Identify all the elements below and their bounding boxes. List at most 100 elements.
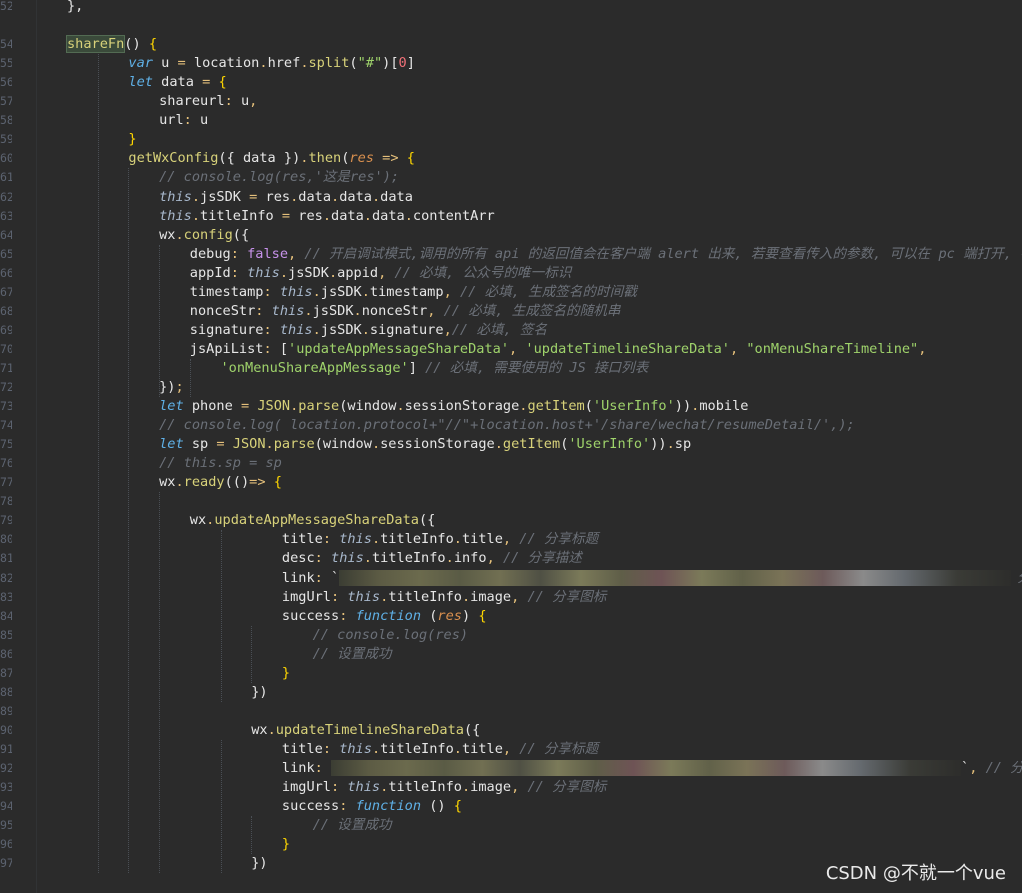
code-token: .	[666, 436, 675, 453]
code-token: .	[328, 264, 338, 281]
code-token: .	[361, 321, 370, 338]
code-token: JSON	[232, 436, 266, 453]
code-line[interactable]: this.jsSDK = res.data.data.data	[159, 188, 413, 207]
code-line[interactable]: })	[251, 854, 267, 873]
code-line[interactable]: jsApiList: ['updateAppMessageShareData',…	[190, 340, 927, 359]
code-line[interactable]: debug: false, // 开启调试模式,调用的所有 api 的返回值会在…	[190, 245, 1022, 264]
line-number: 57	[0, 94, 12, 109]
code-line[interactable]: link: ` 分	[282, 569, 1022, 588]
code-token: this	[159, 188, 192, 205]
code-token: 'updateTimelineShareData'	[525, 340, 730, 357]
code-line[interactable]: success: function (res) {	[282, 607, 487, 626]
code-line[interactable]: let data = {	[128, 73, 226, 92]
indent-guide	[159, 244, 161, 398]
code-line[interactable]: timestamp: this.jsSDK.timestamp, // 必填, …	[190, 283, 637, 302]
code-line[interactable]: appId: this.jsSDK.appid, // 必填, 公众号的唯一标识	[190, 264, 572, 283]
code-token: u	[191, 112, 209, 129]
code-line[interactable]: wx.updateTimelineShareData({	[251, 721, 480, 740]
code-line[interactable]: shareFn() {	[65, 35, 157, 54]
code-line[interactable]: imgUrl: this.titleInfo.image, // 分享图标	[282, 588, 607, 607]
code-line[interactable]: url: u	[159, 111, 208, 130]
code-line[interactable]: wx.ready(()=> {	[159, 473, 282, 492]
code-line[interactable]: 'onMenuShareAppMessage'] // 必填, 需要使用的 JS…	[221, 359, 649, 378]
code-comment: 分	[1017, 570, 1022, 586]
code-line[interactable]: })	[251, 683, 267, 702]
code-token: u	[232, 93, 250, 110]
line-number: 62	[0, 189, 12, 204]
line-number-gutter: 52 54 55 56 57 58 59 60 61 62 63 64 65 66 67 68 69 70 71 72…	[0, 0, 37, 893]
code-token: ,	[288, 245, 297, 262]
code-token: link	[281, 569, 315, 586]
code-line[interactable]: // console.log(res,'这是res');	[159, 168, 399, 187]
code-token: let	[128, 74, 153, 91]
code-token: :	[183, 112, 192, 129]
code-token: )	[461, 607, 479, 624]
code-token: data	[380, 188, 413, 205]
code-line[interactable]: var u = location.href.split("#")[0]	[128, 54, 415, 73]
code-comment: // 分	[985, 760, 1022, 776]
code-line[interactable]: }	[128, 130, 136, 149]
indent-guide	[159, 492, 161, 874]
code-editor[interactable]: 52 54 55 56 57 58 59 60 61 62 63 64 65 66 67 68 69 70 71 72…	[0, 0, 1022, 893]
code-line[interactable]: desc: this.titleInfo.info, // 分享描述	[282, 549, 582, 568]
code-token: imgUrl	[281, 588, 331, 605]
code-line[interactable]: shareurl: u,	[159, 92, 257, 111]
code-token: .	[259, 55, 268, 72]
code-token: updateAppMessageShareData	[214, 512, 419, 529]
code-line[interactable]: let sp = JSON.parse(window.sessionStorag…	[159, 435, 691, 454]
indent-guide	[220, 739, 222, 874]
code-line[interactable]: },	[67, 0, 83, 16]
code-line[interactable]: // console.log(res)	[313, 626, 469, 645]
code-token: shareurl	[159, 93, 225, 110]
code-line[interactable]: }	[282, 835, 290, 854]
code-token: .	[312, 283, 321, 300]
code-token: (window	[339, 398, 397, 415]
code-line[interactable]: success: function () {	[282, 797, 462, 816]
code-area[interactable]: }, shareFn() {var u = location.href.split…	[36, 0, 1022, 893]
code-token: ,	[730, 340, 739, 357]
indent-guide	[251, 625, 253, 683]
code-token: title	[461, 740, 503, 757]
line-number: 65	[0, 246, 12, 261]
code-comment: // 必填, 生成签名的时间戳	[459, 283, 637, 300]
code-line[interactable]: });	[159, 378, 184, 397]
line-number: 76	[0, 456, 12, 471]
code-line[interactable]: title: this.titleInfo.title, // 分享标题	[282, 740, 598, 759]
code-token: },	[67, 0, 84, 14]
code-line[interactable]: signature: this.jsSDK.signature,// 必填, 签…	[190, 321, 547, 340]
code-token: titleInfo	[388, 779, 462, 796]
line-number: 77	[0, 475, 12, 490]
code-token: {	[406, 150, 415, 167]
redacted-url	[331, 760, 962, 776]
code-token: timestamp	[189, 283, 264, 300]
code-token: signature	[189, 321, 264, 338]
code-line[interactable]: wx.config({	[159, 226, 249, 245]
code-token: parse	[298, 398, 340, 415]
code-line[interactable]: wx.updateAppMessageShareData({	[190, 511, 436, 530]
code-token: wx	[189, 512, 207, 529]
indent-guide	[251, 816, 253, 855]
code-token: sp	[183, 436, 217, 453]
line-number: 61	[0, 170, 12, 185]
code-token: this	[339, 740, 372, 757]
code-line[interactable]: getWxConfig({ data }).then(res => {	[128, 149, 415, 168]
code-line[interactable]: nonceStr: this.jsSDK.nonceStr, // 必填, 生成…	[190, 302, 621, 321]
code-line[interactable]: // 设置成功	[313, 816, 392, 835]
code-line[interactable]: imgUrl: this.titleInfo.image, // 分享图标	[282, 778, 607, 797]
code-line[interactable]: // this.sp = sp	[159, 454, 282, 473]
code-token: sp	[674, 436, 692, 453]
code-token: this	[159, 207, 192, 224]
code-line[interactable]: // console.log( location.protocol+"//"+l…	[159, 416, 855, 435]
code-line[interactable]: // 设置成功	[313, 645, 392, 664]
code-line[interactable]: this.titleInfo = res.data.data.contentAr…	[159, 207, 495, 226]
code-line[interactable]: }	[282, 664, 290, 683]
code-token: :	[263, 321, 272, 338]
code-token: .	[267, 721, 276, 738]
code-token: 0	[398, 55, 407, 72]
code-line[interactable]: let phone = JSON.parse(window.sessionSto…	[159, 397, 748, 416]
code-line[interactable]: title: this.titleInfo.title, // 分享标题	[282, 530, 598, 549]
code-line[interactable]: link: `, // 分	[282, 759, 1022, 778]
code-token: "#"	[357, 55, 383, 72]
